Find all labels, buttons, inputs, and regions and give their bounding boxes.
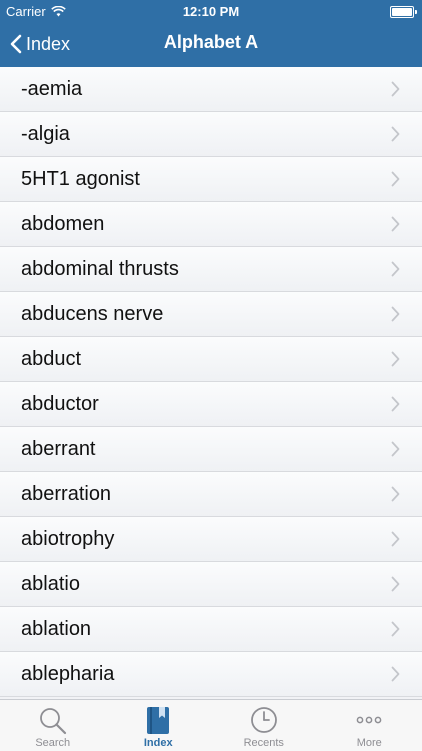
status-time: 12:10 PM [0,4,422,19]
list-item[interactable]: ablepharia [0,652,422,697]
more-icon [354,706,384,736]
term-list: -aemia -algia 5HT1 agonist abdomen abdominal… [0,67,422,699]
list-item[interactable]: ablatio [0,562,422,607]
nav-bar: Index Alphabet A [0,22,422,67]
chevron-right-icon [391,261,400,277]
chevron-right-icon [391,81,400,97]
list-item-label: abiotrophy [21,528,114,551]
list-item[interactable]: abdominal thrusts [0,247,422,292]
tab-search[interactable]: Search [0,700,106,751]
chevron-right-icon [391,351,400,367]
list-item-label: aberration [21,483,111,506]
chevron-right-icon [391,216,400,232]
chevron-right-icon [391,126,400,142]
list-item[interactable]: abdomen [0,202,422,247]
tab-more-label: More [317,737,422,749]
list-item-label: 5HT1 agonist [21,168,140,191]
list-item-label: ablatio [21,573,80,596]
status-bar: Carrier 12:10 PM [0,0,422,22]
list-item-label: ablepharia [21,663,114,686]
list-item[interactable]: 5HT1 agonist [0,157,422,202]
tab-recents-label: Recents [211,737,317,749]
list-item-label: abdomen [21,213,104,236]
chevron-right-icon [391,306,400,322]
chevron-right-icon [391,441,400,457]
book-icon [145,706,171,736]
battery-icon [390,6,414,18]
tab-bar: Search Index Recents More [0,699,422,751]
page-title: Alphabet A [0,32,422,53]
tab-search-label: Search [0,737,106,749]
chevron-right-icon [391,621,400,637]
list-item[interactable]: aberration [0,472,422,517]
list-item-label: abduct [21,348,81,371]
list-item[interactable]: abducens nerve [0,292,422,337]
tab-index[interactable]: Index [106,700,212,751]
chevron-right-icon [391,576,400,592]
list-item[interactable]: ablation [0,607,422,652]
clock-icon [249,706,279,736]
list-item-label: aberrant [21,438,96,461]
chevron-right-icon [391,666,400,682]
chevron-right-icon [391,486,400,502]
chevron-right-icon [391,171,400,187]
chevron-right-icon [391,531,400,547]
list-item[interactable]: abductor [0,382,422,427]
tab-index-label: Index [106,737,212,749]
chevron-right-icon [391,396,400,412]
list-item[interactable]: -aemia [0,67,422,112]
search-icon [38,706,68,736]
list-item[interactable]: aberrant [0,427,422,472]
list-item-label: ablation [21,618,91,641]
list-item-label: abdominal thrusts [21,258,179,281]
tab-more[interactable]: More [317,700,422,751]
list-item[interactable]: abduct [0,337,422,382]
list-item[interactable]: -algia [0,112,422,157]
list-item-label: abductor [21,393,99,416]
list-item[interactable]: abiotrophy [0,517,422,562]
list-item-label: abducens nerve [21,303,163,326]
list-item-label: -algia [21,123,70,146]
tab-recents[interactable]: Recents [211,700,317,751]
header: Carrier 12:10 PM Index Alphabet A [0,0,422,67]
list-item-label: -aemia [21,78,82,101]
